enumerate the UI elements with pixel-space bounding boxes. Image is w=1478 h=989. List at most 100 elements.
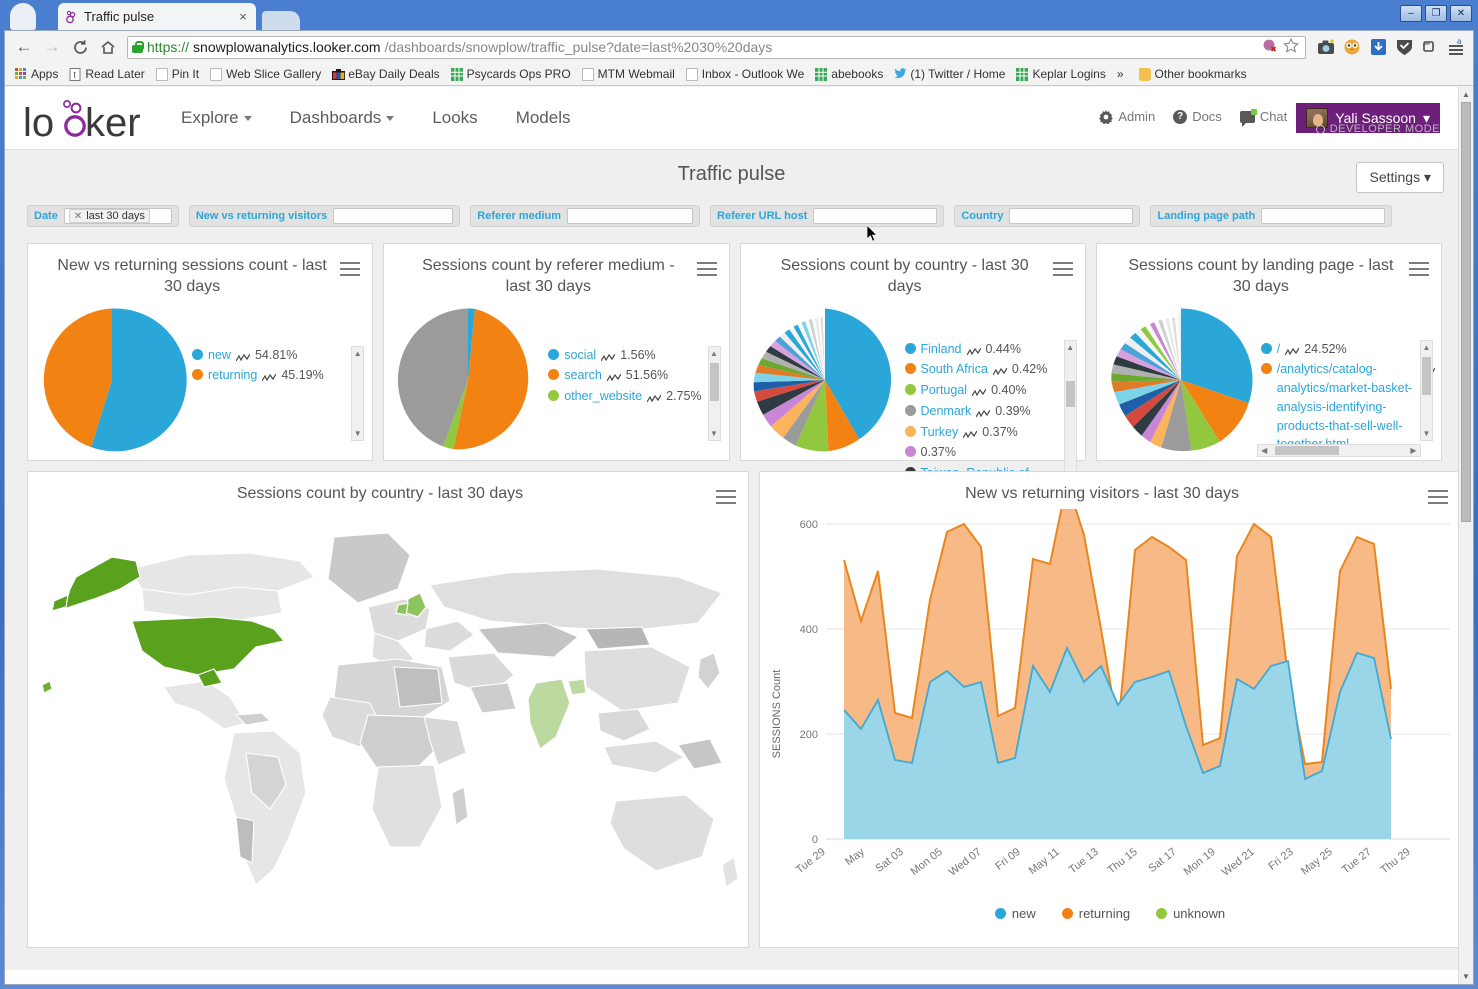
tile-menu-icon[interactable]: [1428, 490, 1448, 508]
reload-icon[interactable]: [67, 34, 93, 60]
bookmark-star-icon[interactable]: [1283, 38, 1299, 56]
developer-mode-toggle[interactable]: DEVELOPER MODE: [1316, 123, 1440, 135]
nav-chat[interactable]: Chat: [1231, 103, 1296, 130]
forward-icon[interactable]: →: [39, 34, 65, 60]
tab-close-icon[interactable]: ×: [236, 9, 250, 24]
legend-label[interactable]: /: [1277, 340, 1280, 359]
legend-item[interactable]: social 1.56%: [548, 346, 722, 365]
legend-item[interactable]: South Africa 0.42%: [905, 360, 1079, 379]
bookmark-twitter[interactable]: (1) Twitter / Home: [890, 65, 1009, 83]
nav-admin[interactable]: Admin: [1090, 103, 1164, 130]
legend-item[interactable]: other_website 2.75%: [548, 387, 722, 406]
sparkline-icon[interactable]: [967, 344, 981, 353]
shield-extension-icon[interactable]: [1393, 36, 1415, 58]
sparkline-icon[interactable]: [236, 350, 250, 359]
scroll-up-icon[interactable]: ▲: [1421, 341, 1432, 354]
sparkline-icon[interactable]: [607, 370, 621, 379]
sparkline-icon[interactable]: [972, 385, 986, 394]
legend-label[interactable]: Turkey: [921, 423, 959, 442]
bookmark-abebooks[interactable]: abebooks: [811, 65, 887, 83]
legend-item[interactable]: Finland 0.44%: [905, 340, 1079, 359]
chrome-menu-icon[interactable]: a: [1445, 36, 1467, 58]
tile-menu-icon[interactable]: [1053, 262, 1073, 280]
sparkline-icon[interactable]: [647, 391, 661, 400]
tile-menu-icon[interactable]: [697, 262, 717, 280]
filter-referer-medium[interactable]: Referer medium: [470, 205, 700, 227]
filter-country[interactable]: Country: [954, 205, 1140, 227]
legend-item-unknown[interactable]: unknown: [1156, 906, 1225, 921]
world-map[interactable]: [28, 509, 748, 928]
tile-menu-icon[interactable]: [340, 262, 360, 280]
scroll-down-icon[interactable]: ▼: [709, 427, 720, 440]
sparkline-icon[interactable]: [976, 406, 990, 415]
filter-country-input[interactable]: [1009, 208, 1133, 224]
scroll-down-icon[interactable]: ▼: [1421, 427, 1432, 440]
legend-label[interactable]: new: [208, 346, 231, 365]
scroll-right-icon[interactable]: ▶: [1407, 446, 1420, 455]
legend-item[interactable]: search 51.56%: [548, 366, 722, 385]
legend-label[interactable]: /analytics/catalog-analytics/market-bask…: [1277, 360, 1416, 454]
legend-label[interactable]: other_website: [564, 387, 642, 406]
bookmarks-overflow-button[interactable]: »: [1113, 65, 1128, 83]
legend-item[interactable]: new 54.81%: [192, 346, 366, 365]
filter-chip[interactable]: ✕ last 30 days: [69, 209, 150, 223]
page-scrollbar[interactable]: ▲ ▼: [1458, 87, 1473, 984]
legend-label[interactable]: returning: [208, 366, 257, 385]
filter-landing-page-path[interactable]: Landing page path: [1150, 205, 1392, 227]
area-chart[interactable]: SESSIONS Count 0 200: [760, 509, 1460, 902]
legend-label[interactable]: Denmark: [921, 402, 972, 421]
back-icon[interactable]: ←: [11, 34, 37, 60]
filter-referer-url-host[interactable]: Referer URL host: [710, 205, 944, 227]
scroll-thumb[interactable]: [1422, 357, 1431, 395]
legend-item[interactable]: / 24.52%: [1261, 340, 1435, 359]
tile-menu-icon[interactable]: [716, 490, 736, 508]
maximize-button[interactable]: ❐: [1425, 5, 1447, 22]
bookmark-read-later[interactable]: I Read Later: [65, 65, 148, 83]
legend-label[interactable]: search: [564, 366, 602, 385]
new-tab-button[interactable]: [262, 11, 300, 30]
tile-menu-icon[interactable]: [1409, 262, 1429, 280]
legend-label[interactable]: Finland: [921, 340, 962, 359]
other-bookmarks-folder[interactable]: Other bookmarks: [1135, 65, 1251, 83]
filter-referer-medium-input[interactable]: [567, 208, 693, 224]
nav-models[interactable]: Models: [504, 102, 583, 134]
scroll-thumb[interactable]: [710, 363, 719, 401]
legend-label[interactable]: South Africa: [921, 360, 988, 379]
bookmark-web-slice-gallery[interactable]: Web Slice Gallery: [206, 65, 325, 83]
legend-item[interactable]: Portugal 0.40%: [905, 381, 1079, 400]
filter-new-vs-returning[interactable]: New vs returning visitors: [189, 205, 460, 227]
legend-item[interactable]: /analytics/catalog-analytics/market-bask…: [1261, 360, 1435, 454]
nav-explore[interactable]: Explore: [169, 102, 264, 134]
bookmark-psycards-ops-pro[interactable]: Psycards Ops PRO: [447, 65, 575, 83]
pocket-extension-icon[interactable]: ⁗: [1419, 36, 1441, 58]
sparkline-icon[interactable]: [963, 427, 977, 436]
legend-item[interactable]: returning 45.19%: [192, 366, 366, 385]
filter-referer-url-host-input[interactable]: [813, 208, 937, 224]
scroll-up-icon[interactable]: ▲: [1065, 341, 1076, 354]
scroll-up-icon[interactable]: ▲: [1459, 87, 1473, 102]
sparkline-icon[interactable]: [1285, 344, 1299, 353]
legend-label[interactable]: Portugal: [921, 381, 968, 400]
sparkline-icon[interactable]: [262, 370, 276, 379]
legend-item-returning[interactable]: returning: [1062, 906, 1130, 921]
browser-tab[interactable]: Traffic pulse ×: [58, 3, 256, 30]
scroll-left-icon[interactable]: ◀: [1258, 446, 1271, 455]
download-extension-icon[interactable]: [1367, 36, 1389, 58]
scroll-down-icon[interactable]: ▼: [1459, 969, 1473, 984]
filter-date-input[interactable]: ✕ last 30 days: [64, 208, 172, 224]
minimize-button[interactable]: –: [1400, 5, 1422, 22]
owl-extension-icon[interactable]: [1341, 36, 1363, 58]
legend-scrollbar[interactable]: ▲ ▼: [351, 346, 364, 441]
legend-item[interactable]: Denmark 0.39%: [905, 402, 1079, 421]
nav-docs[interactable]: ? Docs: [1164, 103, 1231, 130]
filter-new-vs-returning-input[interactable]: [333, 208, 453, 224]
bookmark-mtm-webmail[interactable]: MTM Webmail: [578, 65, 679, 83]
bookmark-pin-it[interactable]: Pin It: [152, 65, 203, 83]
close-icon[interactable]: ✕: [74, 211, 82, 222]
settings-button[interactable]: Settings ▾: [1356, 162, 1444, 193]
bookmark-keplar-logins[interactable]: Keplar Logins: [1012, 65, 1109, 83]
bookmark-apps[interactable]: Apps: [11, 65, 62, 83]
legend-item-new[interactable]: new: [995, 906, 1036, 921]
home-icon[interactable]: [95, 34, 121, 60]
legend-scrollbar[interactable]: ▲ ▼: [708, 346, 721, 441]
